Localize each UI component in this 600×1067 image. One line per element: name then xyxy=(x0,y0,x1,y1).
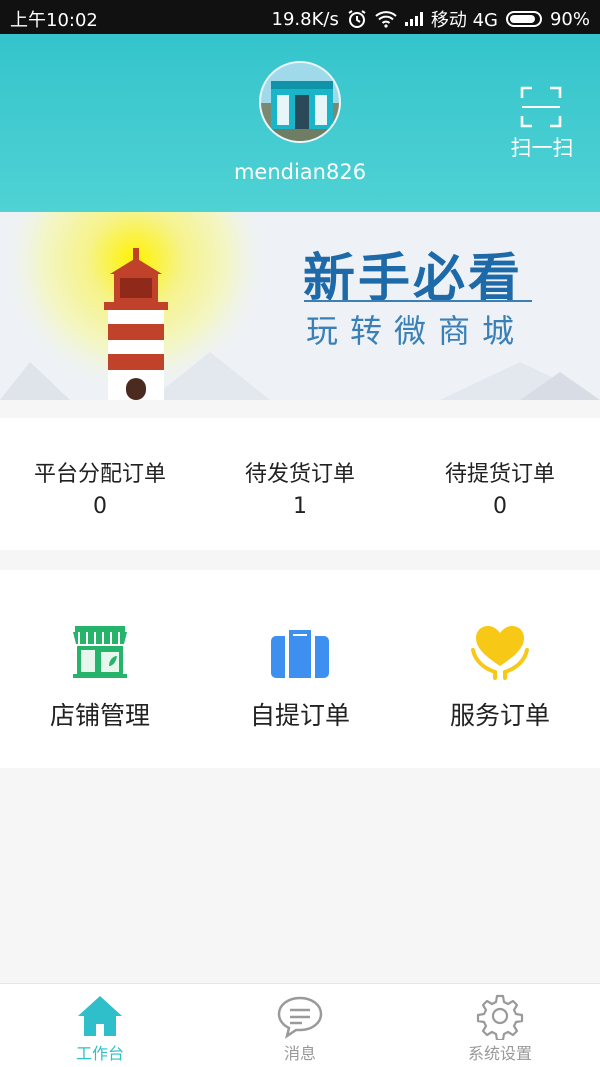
store-icon xyxy=(73,626,127,678)
menu-label: 店铺管理 xyxy=(49,701,150,730)
stat-label: 待发货订单 xyxy=(244,462,355,487)
status-right: 19.8K/s 移动 4G 90% xyxy=(272,6,590,32)
chat-icon xyxy=(277,996,323,1039)
scan-button[interactable]: 扫一扫 xyxy=(500,82,584,162)
tab-label: 系统设置 xyxy=(467,1044,532,1063)
home-icon xyxy=(78,996,122,1036)
wifi-icon xyxy=(375,11,397,28)
menu-store-management[interactable]: 店铺管理 xyxy=(0,570,200,768)
status-time: 上午10:02 xyxy=(10,10,98,31)
menu-pickup-orders[interactable]: 自提订单 xyxy=(200,570,400,768)
menu-label: 服务订单 xyxy=(449,701,550,730)
tab-messages[interactable]: 消息 xyxy=(200,984,400,1067)
alarm-icon xyxy=(348,10,366,28)
stat-platform-orders[interactable]: 平台分配订单 0 xyxy=(0,418,200,550)
tab-workbench[interactable]: 工作台 xyxy=(0,984,200,1067)
stat-label: 待提货订单 xyxy=(444,462,555,487)
banner-divider xyxy=(304,300,532,302)
avatar[interactable] xyxy=(259,61,341,143)
banner-subtitle: 玩转微商城 xyxy=(306,312,527,350)
tab-settings[interactable]: 系统设置 xyxy=(400,984,600,1067)
tab-label: 消息 xyxy=(283,1044,316,1063)
bottom-tab-bar: 工作台 消息 系统设置 xyxy=(0,983,600,1067)
menu-label: 自提订单 xyxy=(249,701,350,730)
stat-value: 0 xyxy=(93,494,107,519)
stat-value: 1 xyxy=(293,494,307,519)
battery-icon xyxy=(505,11,542,27)
network-speed: 19.8K/s xyxy=(271,8,339,30)
stat-label: 平台分配订单 xyxy=(33,462,166,487)
guide-banner[interactable]: 新手必看 玩转微商城 xyxy=(0,212,600,400)
battery-percent: 90% xyxy=(549,8,590,30)
carrier-label: 移动 4G xyxy=(430,10,498,31)
scan-icon xyxy=(520,86,562,128)
username: mendian826 xyxy=(233,160,367,184)
function-menu: 店铺管理 自提订单 服务订单 xyxy=(0,570,600,768)
stat-value: 0 xyxy=(493,494,507,519)
signal-icon xyxy=(404,12,423,26)
scan-label: 扫一扫 xyxy=(510,136,574,160)
heart-hands-icon xyxy=(471,626,529,680)
tab-label: 工作台 xyxy=(75,1044,124,1063)
stat-pending-pickup[interactable]: 待提货订单 0 xyxy=(400,418,600,550)
stat-pending-shipment[interactable]: 待发货订单 1 xyxy=(200,418,400,550)
profile-header: mendian826 扫一扫 xyxy=(0,34,600,212)
gear-icon xyxy=(476,994,524,1040)
menu-service-orders[interactable]: 服务订单 xyxy=(400,570,600,768)
order-stats: 平台分配订单 0 待发货订单 1 待提货订单 0 xyxy=(0,418,600,550)
status-bar: 上午10:02 19.8K/s 移动 4G 90% xyxy=(0,0,600,34)
suitcase-icon xyxy=(271,630,329,678)
